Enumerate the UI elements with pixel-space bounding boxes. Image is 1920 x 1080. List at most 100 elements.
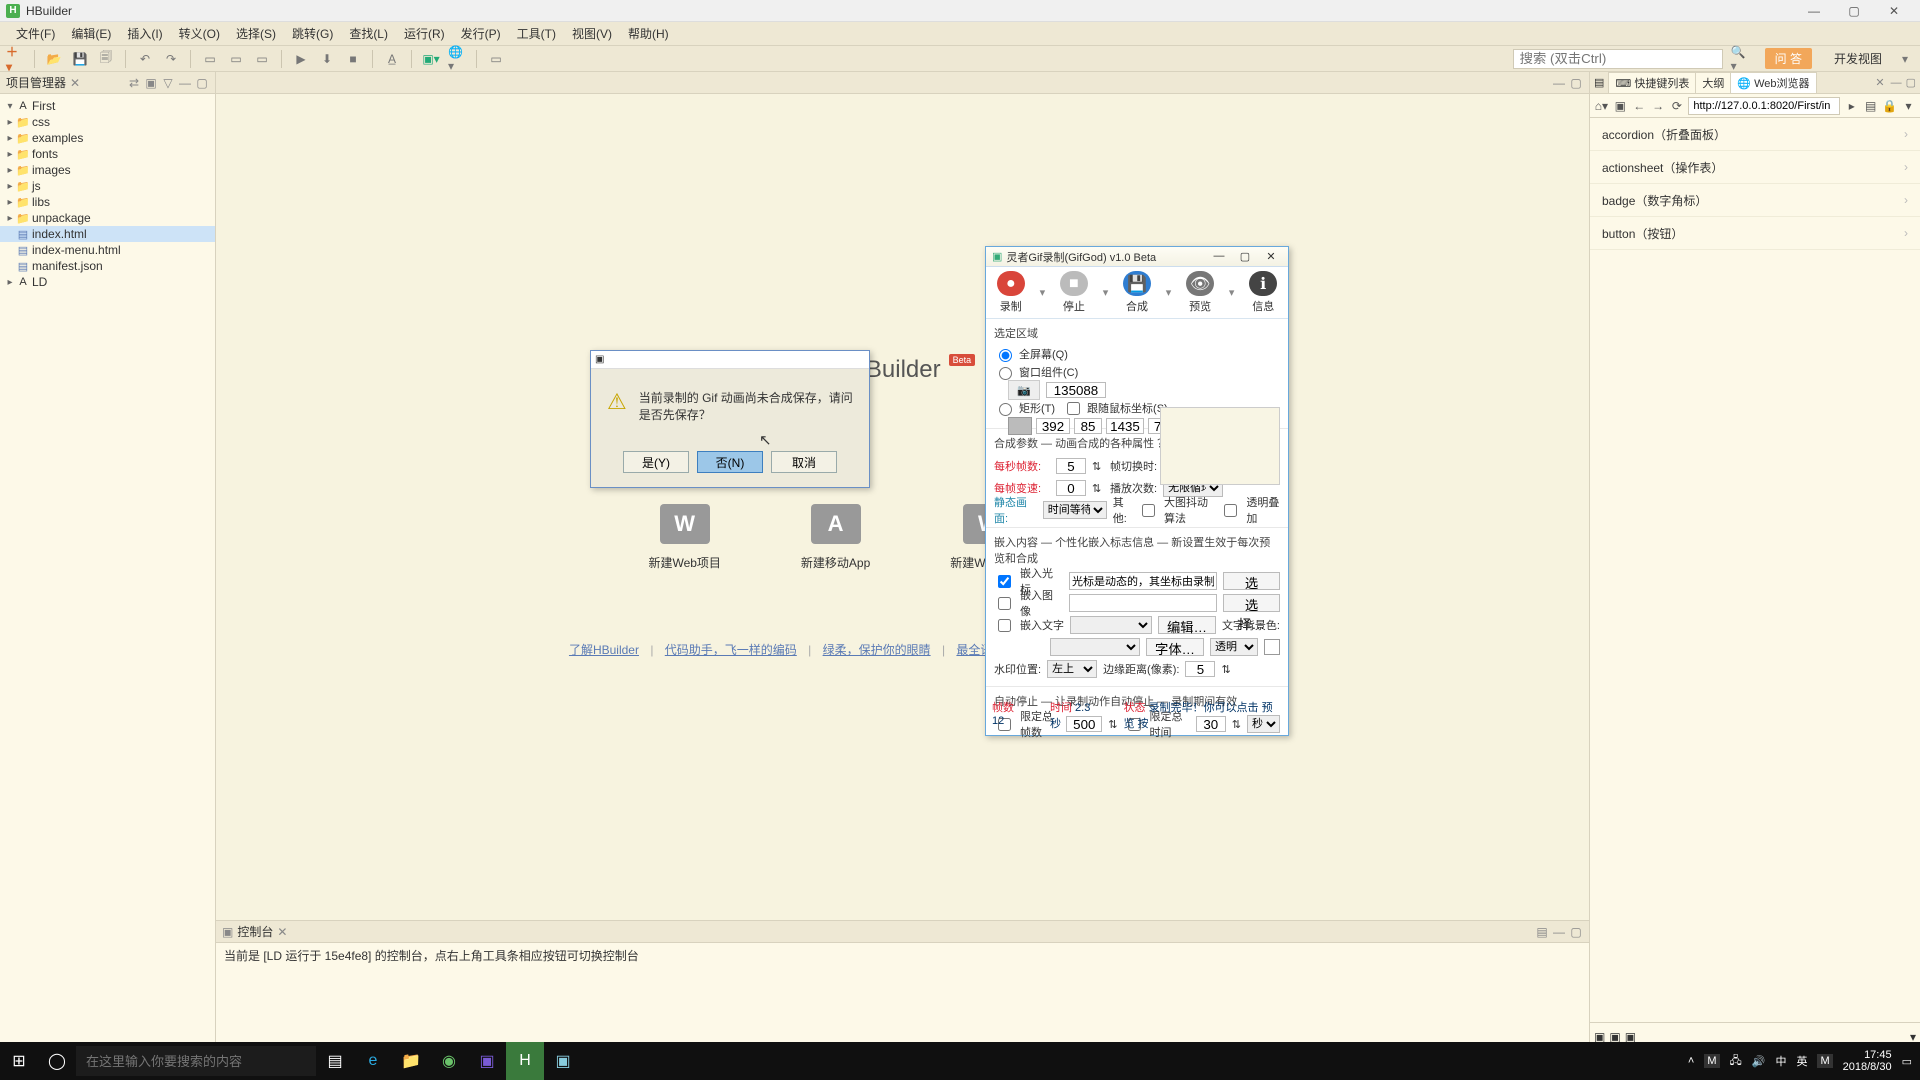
cb-transparent[interactable] [1224, 504, 1237, 517]
qa-button[interactable]: 问 答 [1765, 48, 1812, 69]
tool-b-icon[interactable]: ▭ [227, 50, 245, 68]
tool-c-icon[interactable]: ▭ [253, 50, 271, 68]
browser-chrome-icon[interactable]: 🌐▾ [448, 50, 466, 68]
window-minimize-icon[interactable]: — [1794, 4, 1834, 18]
cursor-select-button[interactable]: 选择… [1223, 572, 1280, 590]
static-select[interactable]: 时间等待 [1043, 501, 1107, 519]
twisty-icon[interactable]: ▸ [4, 149, 16, 160]
maximize-panel-icon[interactable]: ▢ [195, 76, 209, 90]
taskview-icon[interactable]: ▤ [316, 1042, 354, 1080]
tree-item-js[interactable]: ▸📁js [0, 178, 215, 194]
view-menu-icon[interactable]: ▽ [161, 76, 175, 90]
framecount-input[interactable] [1046, 382, 1106, 398]
tree-item-images[interactable]: ▸📁images [0, 162, 215, 178]
perspective-menu-icon[interactable]: ▾ [1896, 50, 1914, 68]
water-select[interactable]: 左上 [1047, 660, 1097, 678]
cursor-hint-input[interactable] [1069, 572, 1217, 590]
tray-vol-icon[interactable]: 🔊 [1752, 1055, 1766, 1068]
device-icon[interactable]: ▭ [487, 50, 505, 68]
collapse-all-icon[interactable]: ▣ [144, 76, 158, 90]
right-tab-2[interactable]: 🌐 Web浏览器 [1730, 72, 1816, 94]
open-icon[interactable]: 📂 [45, 50, 63, 68]
rect-pick-icon[interactable] [1008, 417, 1032, 435]
text-edit-button[interactable]: 编辑… [1158, 616, 1216, 634]
right-max-icon[interactable]: ▢ [1906, 76, 1916, 89]
menu-运行(R)[interactable]: 运行(R) [396, 25, 453, 42]
right-panel-menu-icon[interactable]: ▤ [1594, 76, 1604, 89]
color-swatch-icon[interactable] [1264, 639, 1280, 655]
delay-input[interactable] [1056, 480, 1086, 496]
console-max-icon[interactable]: ▢ [1569, 925, 1583, 939]
global-search-input[interactable] [1513, 49, 1723, 69]
menu-发行(P)[interactable]: 发行(P) [453, 25, 509, 42]
menu-查找(L)[interactable]: 查找(L) [341, 25, 396, 42]
gifgod-min-icon[interactable]: — [1208, 250, 1230, 263]
tray-ime1-icon[interactable]: 中 [1775, 1053, 1786, 1069]
start-button[interactable]: ⊞ [0, 1042, 38, 1080]
welcome-link-1[interactable]: 代码助手，飞一样的编码 [657, 643, 805, 657]
tree-item-index.html[interactable]: ▤index.html [0, 226, 215, 242]
project-card-1[interactable]: A新建移动App [801, 504, 870, 571]
stop-icon[interactable]: ■ [344, 50, 362, 68]
browser-back-icon[interactable]: ← [1632, 99, 1647, 113]
app2-icon[interactable]: ▣ [468, 1042, 506, 1080]
component-item-1[interactable]: actionsheet（操作表）› [1590, 151, 1920, 184]
radio-window[interactable] [999, 367, 1012, 380]
twisty-icon[interactable]: ▸ [4, 213, 16, 224]
console-tool-icon[interactable]: ▤ [1535, 925, 1549, 939]
tree-item-First[interactable]: ▾AFirst [0, 98, 215, 114]
rect-y-input[interactable] [1074, 418, 1102, 434]
right-close-icon[interactable]: ✕ [1875, 76, 1884, 89]
twisty-icon[interactable]: ▸ [4, 277, 16, 288]
tree-item-manifest.json[interactable]: ▤manifest.json [0, 258, 215, 274]
component-item-2[interactable]: badge（数字角标）› [1590, 184, 1920, 217]
menu-跳转(G)[interactable]: 跳转(G) [284, 25, 341, 42]
tray-net-icon[interactable]: 🖧 [1730, 1052, 1742, 1071]
tray-m-icon[interactable]: M [1704, 1054, 1719, 1068]
browser-tool1-icon[interactable]: ▤ [1863, 99, 1878, 113]
twisty-icon[interactable]: ▸ [4, 197, 16, 208]
image-path-input[interactable] [1069, 594, 1217, 612]
tray-up-icon[interactable]: ˄ [1688, 1055, 1694, 1067]
twisty-icon[interactable]: ▸ [4, 181, 16, 192]
tree-item-css[interactable]: ▸📁css [0, 114, 215, 130]
cb-cursor[interactable] [998, 575, 1011, 588]
margin-input[interactable] [1185, 661, 1215, 677]
menu-文件(F)[interactable]: 文件(F) [8, 25, 63, 42]
cb-image[interactable] [998, 597, 1011, 610]
camera-icon[interactable]: 📷 [1008, 380, 1040, 400]
gifgod-close-icon[interactable]: ✕ [1260, 250, 1282, 263]
run-icon[interactable]: ▶ [292, 50, 310, 68]
menu-帮助(H)[interactable]: 帮助(H) [620, 25, 677, 42]
hbuilder-taskbar-icon[interactable]: H [506, 1042, 544, 1080]
modal-yes-button[interactable]: 是(Y) [623, 451, 689, 473]
explorer-icon[interactable]: 📁 [392, 1042, 430, 1080]
editor-maximize-icon[interactable]: ▢ [1569, 76, 1583, 90]
gifgod-录制-button[interactable]: ●录制 [992, 271, 1030, 314]
cb-bigdither[interactable] [1142, 504, 1155, 517]
tray-notif-icon[interactable]: ▭ [1902, 1055, 1912, 1068]
console-min-icon[interactable]: — [1552, 925, 1566, 939]
welcome-link-0[interactable]: 了解HBuilder [561, 643, 647, 657]
window-maximize-icon[interactable]: ▢ [1834, 4, 1874, 18]
font-button[interactable]: 字体… [1146, 638, 1204, 656]
tree-item-libs[interactable]: ▸📁libs [0, 194, 215, 210]
cortana-icon[interactable]: ◯ [38, 1042, 76, 1080]
twisty-icon[interactable]: ▸ [4, 133, 16, 144]
app1-icon[interactable]: ◉ [430, 1042, 468, 1080]
link-editor-icon[interactable]: ⇄ [127, 76, 141, 90]
twisty-icon[interactable]: ▸ [4, 117, 16, 128]
image-select-button[interactable]: 选择… [1223, 594, 1280, 612]
menu-视图(V)[interactable]: 视图(V) [564, 25, 620, 42]
menu-工具(T)[interactable]: 工具(T) [509, 25, 564, 42]
welcome-link-2[interactable]: 绿柔，保护你的眼睛 [815, 643, 939, 657]
gifgod-预览-button[interactable]: 👁预览 [1181, 271, 1219, 314]
bgcolor-select[interactable]: 透明 [1210, 638, 1258, 656]
browser-refresh-icon[interactable]: ⟳ [1670, 99, 1685, 113]
redo-icon[interactable]: ↷ [162, 50, 180, 68]
menu-插入(I)[interactable]: 插入(I) [119, 25, 170, 42]
modal-cancel-button[interactable]: 取消 [771, 451, 837, 473]
browser-forward-icon[interactable]: → [1651, 99, 1666, 113]
browser-home-icon[interactable]: ⌂▾ [1594, 99, 1609, 113]
tray-ime2-icon[interactable]: 英 [1796, 1053, 1807, 1069]
